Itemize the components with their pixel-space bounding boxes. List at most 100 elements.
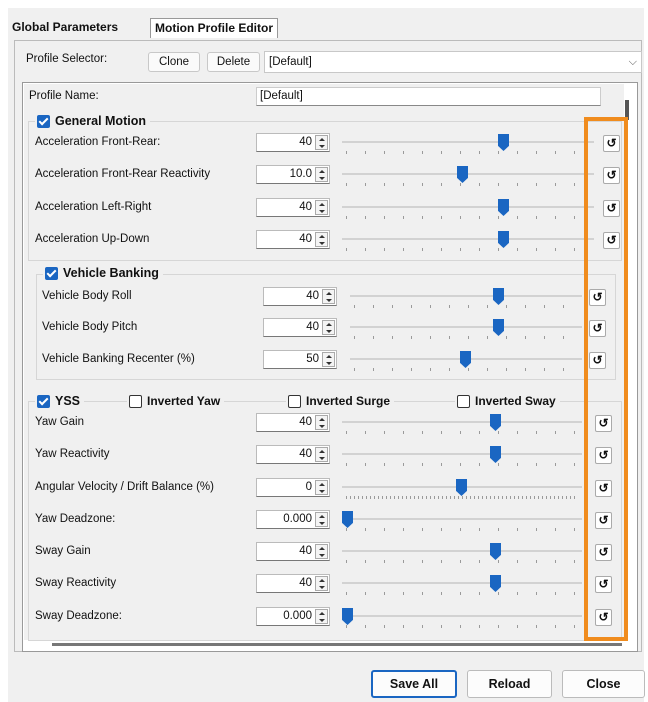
param-label: Sway Gain [35,545,91,557]
horizontal-scrollbar[interactable] [52,643,622,646]
param-label: Vehicle Body Pitch [42,321,138,333]
slider-track[interactable] [342,582,582,584]
spin-arrows-icon[interactable] [322,320,335,335]
param-label: Vehicle Body Roll [42,290,132,302]
param-label: Sway Reactivity [35,577,117,589]
inverted-surge-option[interactable]: Inverted Surge [286,394,395,408]
slider-ticks [354,368,578,371]
general-motion-header[interactable]: General Motion [35,114,150,128]
spin-arrows-icon[interactable] [315,135,328,150]
value-spinbox[interactable]: 40 [263,287,337,306]
inverted-yaw-label: Inverted Yaw [147,394,221,408]
profile-selector-label: Profile Selector: [26,53,108,65]
value-spinbox[interactable]: 0.000 [256,607,330,626]
spin-arrows-icon[interactable] [315,512,328,527]
slider-track[interactable] [342,550,582,552]
delete-button[interactable]: Delete [207,52,260,72]
spin-arrows-icon[interactable] [322,352,335,367]
slider-track[interactable] [342,421,582,423]
slider-track[interactable] [342,518,582,520]
slider-ticks [346,560,578,563]
general-motion-checkbox[interactable] [37,114,50,128]
value-spinbox[interactable]: 50 [263,350,337,369]
spin-arrows-icon[interactable] [315,576,328,591]
general-motion-title: General Motion [55,114,146,128]
slider-ticks [346,592,578,595]
param-label: Acceleration Up-Down [35,233,150,245]
spinbox-value: 40 [299,136,312,148]
inverted-sway-label: Inverted Sway [475,394,556,408]
spinbox-value: 0 [305,481,312,493]
spin-arrows-icon[interactable] [315,480,328,495]
tab-global-parameters[interactable]: Global Parameters [8,18,122,38]
spin-arrows-icon[interactable] [315,415,328,430]
chevron-down-icon: ⌵ [628,56,637,68]
vehicle-banking-checkbox[interactable] [45,266,58,280]
spinbox-value: 40 [299,233,312,245]
spinbox-value: 50 [306,353,319,365]
slider-ticks [346,216,590,219]
spin-arrows-icon[interactable] [322,289,335,304]
yss-checkbox[interactable] [37,394,50,408]
value-spinbox[interactable]: 40 [263,318,337,337]
slider-ticks [346,431,578,434]
inverted-sway-option[interactable]: Inverted Sway [455,394,560,408]
spinbox-value: 40 [299,545,312,557]
vehicle-banking-title: Vehicle Banking [63,266,159,280]
value-spinbox[interactable]: 40 [256,574,330,593]
param-label: Yaw Deadzone: [35,513,116,525]
slider-track[interactable] [350,295,582,297]
value-spinbox[interactable]: 0 [256,478,330,497]
value-spinbox[interactable]: 0.000 [256,510,330,529]
inverted-yaw-option[interactable]: Inverted Yaw [127,394,225,408]
value-spinbox[interactable]: 40 [256,542,330,561]
value-spinbox[interactable]: 40 [256,230,330,249]
slider-track[interactable] [342,206,594,208]
param-label: Vehicle Banking Recenter (%) [42,353,195,365]
value-spinbox[interactable]: 40 [256,198,330,217]
inverted-surge-label: Inverted Surge [306,394,391,408]
slider-track[interactable] [342,238,594,240]
spin-arrows-icon[interactable] [315,200,328,215]
value-spinbox[interactable]: 40 [256,445,330,464]
profile-name-input[interactable]: [Default] [256,87,601,106]
value-spinbox[interactable]: 10.0 [256,165,330,184]
slider-ticks [346,528,578,531]
vehicle-banking-header[interactable]: Vehicle Banking [43,266,163,280]
spin-arrows-icon[interactable] [315,609,328,624]
slider-track[interactable] [342,173,594,175]
spinbox-value: 0.000 [283,610,312,622]
slider-track[interactable] [342,615,582,617]
save-all-button[interactable]: Save All [371,670,457,698]
spin-arrows-icon[interactable] [315,447,328,462]
spin-arrows-icon[interactable] [315,232,328,247]
param-label: Sway Deadzone: [35,610,122,622]
slider-track[interactable] [350,326,582,328]
slider-ticks [346,151,590,154]
value-spinbox[interactable]: 40 [256,133,330,152]
yss-header[interactable]: YSS [35,394,85,408]
param-label: Angular Velocity / Drift Balance (%) [35,481,214,493]
reload-button[interactable]: Reload [467,670,552,698]
spin-arrows-icon[interactable] [315,544,328,559]
param-label: Acceleration Front-Rear Reactivity [35,168,211,180]
spinbox-value: 40 [299,448,312,460]
inverted-surge-checkbox[interactable] [288,394,301,408]
profile-select-value: [Default] [269,56,312,68]
spinbox-value: 40 [299,201,312,213]
close-button[interactable]: Close [562,670,645,698]
reset-buttons-highlight [584,117,628,641]
slider-track[interactable] [342,141,594,143]
value-spinbox[interactable]: 40 [256,413,330,432]
profile-select[interactable]: [Default] ⌵ [264,51,642,73]
slider-track[interactable] [342,453,582,455]
slider-ticks [354,336,578,339]
clone-button[interactable]: Clone [148,52,200,72]
inverted-sway-checkbox[interactable] [457,394,470,408]
tab-motion-profile-editor[interactable]: Motion Profile Editor [150,18,278,38]
inverted-yaw-checkbox[interactable] [129,394,142,408]
slider-ticks [346,183,590,186]
spin-arrows-icon[interactable] [315,167,328,182]
spinbox-value: 40 [299,416,312,428]
param-label: Yaw Gain [35,416,85,428]
